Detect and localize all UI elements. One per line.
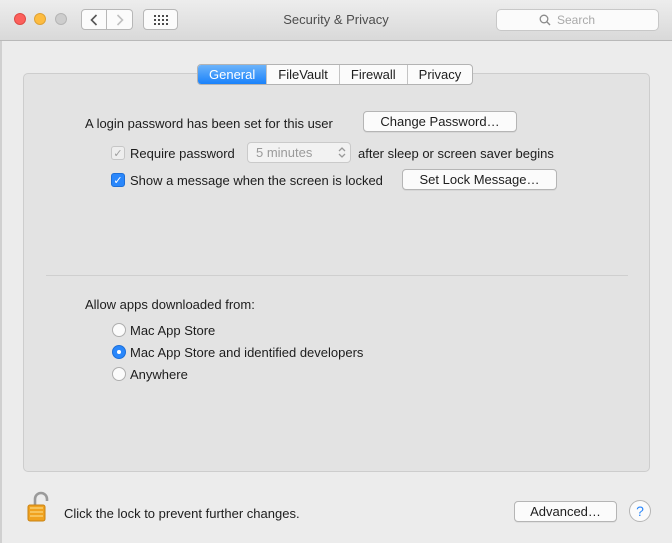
tab-bar: General FileVault Firewall Privacy xyxy=(197,64,474,85)
chevron-right-icon xyxy=(116,13,124,26)
help-button[interactable]: ? xyxy=(629,500,651,522)
window-edge xyxy=(0,40,2,543)
radio-mac-app-store[interactable] xyxy=(112,323,126,337)
search-input[interactable]: Search xyxy=(496,9,659,31)
close-window-button[interactable] xyxy=(14,13,26,25)
back-button[interactable] xyxy=(81,9,107,30)
allow-apps-heading: Allow apps downloaded from: xyxy=(85,297,255,312)
require-password-label: Require password xyxy=(130,146,235,161)
tab-privacy[interactable]: Privacy xyxy=(408,65,473,84)
radio-anywhere-label: Anywhere xyxy=(130,367,188,382)
security-privacy-window: Security & Privacy Search General FileVa… xyxy=(0,0,672,543)
search-icon xyxy=(539,14,551,26)
login-password-text: A login password has been set for this u… xyxy=(85,116,333,131)
show-all-grid-icon xyxy=(153,14,168,25)
change-password-button[interactable]: Change Password… xyxy=(363,111,517,132)
require-password-delay-select[interactable]: 5 minutes xyxy=(247,142,351,163)
radio-mac-app-store-label: Mac App Store xyxy=(130,323,216,338)
advanced-button[interactable]: Advanced… xyxy=(514,501,617,522)
title-bar: Security & Privacy Search xyxy=(0,0,672,41)
tab-general[interactable]: General xyxy=(198,65,268,84)
minimize-window-button[interactable] xyxy=(34,13,46,25)
forward-button[interactable] xyxy=(107,9,133,30)
section-divider xyxy=(46,275,628,276)
radio-anywhere[interactable] xyxy=(112,367,126,381)
require-password-delay-value: 5 minutes xyxy=(256,145,313,160)
chevron-left-icon xyxy=(90,13,98,26)
radio-identified-developers-label: Mac App Store and identified developers xyxy=(130,345,364,360)
after-sleep-text: after sleep or screen saver begins xyxy=(358,146,554,161)
require-password-checkbox[interactable]: ✓ xyxy=(111,146,125,160)
unlocked-padlock-icon[interactable] xyxy=(23,490,57,524)
tab-firewall[interactable]: Firewall xyxy=(340,65,408,84)
lock-status-text: Click the lock to prevent further change… xyxy=(64,506,300,521)
window-title: Security & Privacy xyxy=(283,12,389,27)
general-pane xyxy=(23,73,650,472)
show-message-checkbox[interactable]: ✓ xyxy=(111,173,125,187)
tab-filevault[interactable]: FileVault xyxy=(267,65,340,84)
show-message-label: Show a message when the screen is locked xyxy=(130,173,383,188)
set-lock-message-button[interactable]: Set Lock Message… xyxy=(402,169,557,190)
radio-identified-developers[interactable] xyxy=(112,345,126,359)
chevron-up-down-icon xyxy=(338,147,346,158)
search-placeholder: Search xyxy=(557,13,596,27)
show-all-button[interactable] xyxy=(143,9,178,30)
zoom-window-button[interactable] xyxy=(55,13,67,25)
